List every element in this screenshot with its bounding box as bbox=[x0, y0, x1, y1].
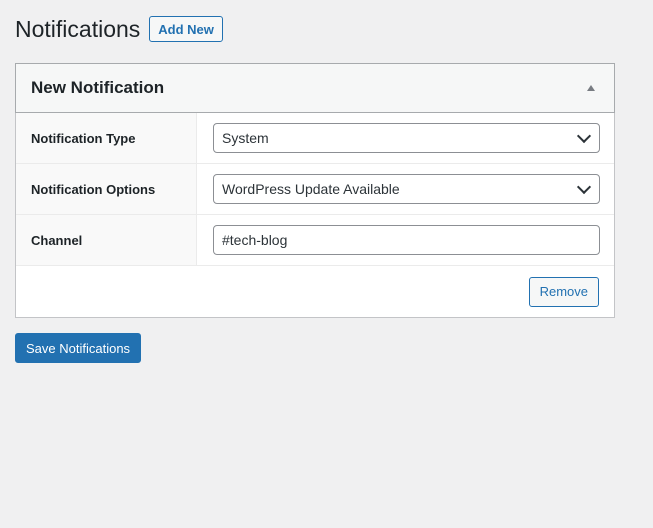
notification-options-field-cell: WordPress Update Available bbox=[197, 164, 614, 214]
channel-field-cell bbox=[197, 215, 614, 265]
page-header: Notifications Add New bbox=[15, 0, 615, 58]
notification-postbox: New Notification Notification Type Syste… bbox=[15, 63, 615, 318]
notification-options-select[interactable]: WordPress Update Available bbox=[213, 174, 600, 204]
chevron-down-icon bbox=[576, 128, 592, 143]
notification-options-selected-value: WordPress Update Available bbox=[222, 181, 400, 197]
add-new-button[interactable]: Add New bbox=[149, 16, 223, 42]
save-notifications-button[interactable]: Save Notifications bbox=[15, 333, 142, 363]
page-title: Notifications bbox=[15, 15, 141, 42]
triangle-up-icon[interactable] bbox=[587, 85, 595, 91]
notification-type-select[interactable]: System bbox=[213, 123, 600, 153]
channel-label: Channel bbox=[16, 215, 197, 265]
remove-button[interactable]: Remove bbox=[528, 276, 599, 307]
channel-row: Channel bbox=[16, 215, 614, 266]
page: Notifications Add New New Notification N… bbox=[15, 0, 615, 363]
chevron-down-icon bbox=[576, 179, 592, 194]
postbox-footer: Remove bbox=[16, 266, 614, 317]
notification-type-row: Notification Type System bbox=[16, 113, 614, 164]
notification-type-field-cell: System bbox=[197, 113, 614, 163]
notification-type-selected-value: System bbox=[222, 130, 269, 146]
notification-options-row: Notification Options WordPress Update Av… bbox=[16, 164, 614, 215]
notification-type-label: Notification Type bbox=[16, 113, 197, 163]
channel-input[interactable] bbox=[213, 225, 600, 255]
notification-options-label: Notification Options bbox=[16, 164, 197, 214]
postbox-title: New Notification bbox=[31, 78, 165, 97]
postbox-header[interactable]: New Notification bbox=[15, 63, 615, 113]
